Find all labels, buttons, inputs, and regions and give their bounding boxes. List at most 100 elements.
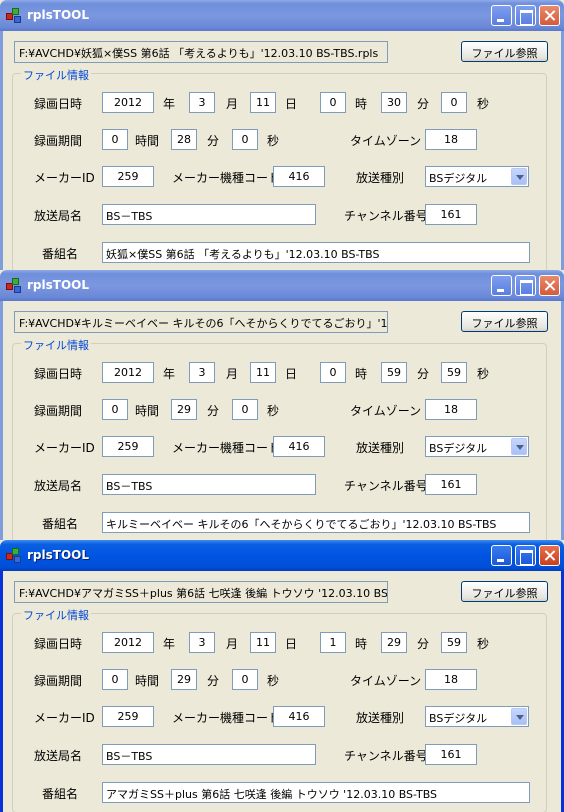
hour-field[interactable]: 0 bbox=[320, 92, 346, 113]
duration-hour-field[interactable]: 0 bbox=[102, 399, 128, 420]
channel-label: チャンネル番号 bbox=[344, 479, 428, 493]
year-field[interactable]: 2012 bbox=[102, 632, 154, 653]
month-field[interactable]: 3 bbox=[189, 362, 215, 383]
broadcast-type-select[interactable]: BSデジタル bbox=[425, 706, 529, 727]
duration-hour-label: 時間 bbox=[135, 674, 160, 688]
second-field[interactable]: 59 bbox=[441, 632, 467, 653]
duration-minute-label: 分 bbox=[207, 674, 220, 688]
title-bar[interactable]: rplsTOOL bbox=[0, 540, 564, 571]
month-field[interactable]: 3 bbox=[189, 632, 215, 653]
year-label: 年 bbox=[163, 367, 176, 381]
hour-field[interactable]: 1 bbox=[320, 632, 346, 653]
minimize-icon[interactable] bbox=[491, 5, 512, 26]
maker-id-label: メーカーID bbox=[34, 441, 95, 455]
file-browse-button[interactable]: ファイル参照 bbox=[461, 311, 548, 332]
maximize-icon[interactable] bbox=[515, 275, 536, 296]
app-blocks-icon bbox=[6, 547, 22, 563]
chevron-down-icon[interactable] bbox=[511, 708, 527, 725]
day-field[interactable]: 11 bbox=[250, 92, 276, 113]
model-code-field[interactable]: 416 bbox=[273, 166, 325, 187]
program-name-field[interactable]: アマガミSS＋plus 第6話 七咲逢 後編 トウソウ '12.03.10 BS… bbox=[102, 782, 530, 803]
file-path-field[interactable]: F:¥AVCHD¥アマガミSS＋plus 第6話 七咲逢 後編 トウソウ '12… bbox=[14, 581, 388, 603]
day-label: 日 bbox=[285, 367, 298, 381]
channel-field[interactable]: 161 bbox=[425, 204, 477, 225]
broadcast-type-select[interactable]: BSデジタル bbox=[425, 166, 529, 187]
station-field[interactable]: BS－TBS bbox=[102, 204, 316, 225]
window-title: rplsTOOL bbox=[27, 548, 89, 562]
timezone-label: タイムゾーン bbox=[350, 134, 422, 148]
program-name-field[interactable]: 妖狐×僕SS 第6話 「考えるよりも」'12.03.10 BS-TBS bbox=[102, 242, 530, 263]
close-icon[interactable] bbox=[539, 275, 560, 296]
app-blocks-icon bbox=[6, 7, 22, 23]
minute-label: 分 bbox=[417, 637, 430, 651]
second-label: 秒 bbox=[477, 367, 490, 381]
file-path-field[interactable]: F:¥AVCHD¥妖狐×僕SS 第6話 「考えるよりも」'12.03.10 BS… bbox=[14, 41, 388, 63]
timezone-field[interactable]: 18 bbox=[425, 129, 477, 150]
duration-minute-field[interactable]: 29 bbox=[171, 669, 197, 690]
program-name-field[interactable]: キルミーベイベー キルその6「へそからくりでてるごおり」'12.03.10 BS… bbox=[102, 512, 530, 533]
model-code-field[interactable]: 416 bbox=[273, 436, 325, 457]
channel-field[interactable]: 161 bbox=[425, 744, 477, 765]
minute-label: 分 bbox=[417, 367, 430, 381]
second-field[interactable]: 59 bbox=[441, 362, 467, 383]
duration-hour-field[interactable]: 0 bbox=[102, 129, 128, 150]
minute-field[interactable]: 30 bbox=[381, 92, 407, 113]
file-browse-button[interactable]: ファイル参照 bbox=[461, 581, 548, 602]
hour-label: 時 bbox=[355, 97, 368, 111]
close-icon[interactable] bbox=[539, 545, 560, 566]
window-title: rplsTOOL bbox=[27, 278, 89, 292]
year-field[interactable]: 2012 bbox=[102, 92, 154, 113]
minimize-icon[interactable] bbox=[491, 275, 512, 296]
duration-hour-label: 時間 bbox=[135, 404, 160, 418]
chevron-down-icon[interactable] bbox=[511, 438, 527, 455]
minimize-icon[interactable] bbox=[491, 545, 512, 566]
duration-minute-field[interactable]: 28 bbox=[171, 129, 197, 150]
model-code-field[interactable]: 416 bbox=[273, 706, 325, 727]
maximize-icon[interactable] bbox=[515, 5, 536, 26]
model-code-label: メーカー機種コード bbox=[172, 711, 281, 725]
broadcast-type-value: BSデジタル bbox=[429, 172, 488, 185]
year-label: 年 bbox=[163, 97, 176, 111]
maker-id-field[interactable]: 259 bbox=[102, 436, 154, 457]
title-bar[interactable]: rplsTOOL bbox=[0, 270, 564, 301]
maximize-icon[interactable] bbox=[515, 545, 536, 566]
duration-second-field[interactable]: 0 bbox=[232, 669, 258, 690]
month-field[interactable]: 3 bbox=[189, 92, 215, 113]
station-label: 放送局名 bbox=[34, 749, 83, 763]
maker-id-field[interactable]: 259 bbox=[102, 166, 154, 187]
close-icon[interactable] bbox=[539, 5, 560, 26]
year-field[interactable]: 2012 bbox=[102, 362, 154, 383]
broadcast-type-select[interactable]: BSデジタル bbox=[425, 436, 529, 457]
rec-datetime-label: 録画日時 bbox=[34, 637, 83, 651]
channel-label: チャンネル番号 bbox=[344, 209, 428, 223]
title-bar[interactable]: rplsTOOL bbox=[0, 0, 564, 31]
day-field[interactable]: 11 bbox=[250, 362, 276, 383]
duration-hour-label: 時間 bbox=[135, 134, 160, 148]
app-window: rplsTOOL F:¥AVCHD¥妖狐×僕SS 第6話 「考えるよりも」'12… bbox=[0, 0, 564, 270]
station-field[interactable]: BS－TBS bbox=[102, 744, 316, 765]
second-label: 秒 bbox=[477, 637, 490, 651]
duration-minute-field[interactable]: 29 bbox=[171, 399, 197, 420]
app-blocks-icon bbox=[6, 277, 22, 293]
timezone-field[interactable]: 18 bbox=[425, 669, 477, 690]
program-label: 番組名 bbox=[42, 247, 79, 261]
duration-second-label: 秒 bbox=[267, 134, 280, 148]
minute-field[interactable]: 59 bbox=[381, 362, 407, 383]
file-path-field[interactable]: F:¥AVCHD¥キルミーベイベー キルその6「へそからくりでてるごおり」'12… bbox=[14, 311, 388, 333]
second-field[interactable]: 0 bbox=[441, 92, 467, 113]
duration-second-field[interactable]: 0 bbox=[232, 129, 258, 150]
hour-field[interactable]: 0 bbox=[320, 362, 346, 383]
timezone-label: タイムゾーン bbox=[350, 674, 422, 688]
second-label: 秒 bbox=[477, 97, 490, 111]
channel-field[interactable]: 161 bbox=[425, 474, 477, 495]
hour-label: 時 bbox=[355, 637, 368, 651]
chevron-down-icon[interactable] bbox=[511, 168, 527, 185]
timezone-field[interactable]: 18 bbox=[425, 399, 477, 420]
station-field[interactable]: BS－TBS bbox=[102, 474, 316, 495]
duration-hour-field[interactable]: 0 bbox=[102, 669, 128, 690]
duration-second-field[interactable]: 0 bbox=[232, 399, 258, 420]
maker-id-field[interactable]: 259 bbox=[102, 706, 154, 727]
day-field[interactable]: 11 bbox=[250, 632, 276, 653]
minute-field[interactable]: 29 bbox=[381, 632, 407, 653]
file-browse-button[interactable]: ファイル参照 bbox=[461, 41, 548, 62]
